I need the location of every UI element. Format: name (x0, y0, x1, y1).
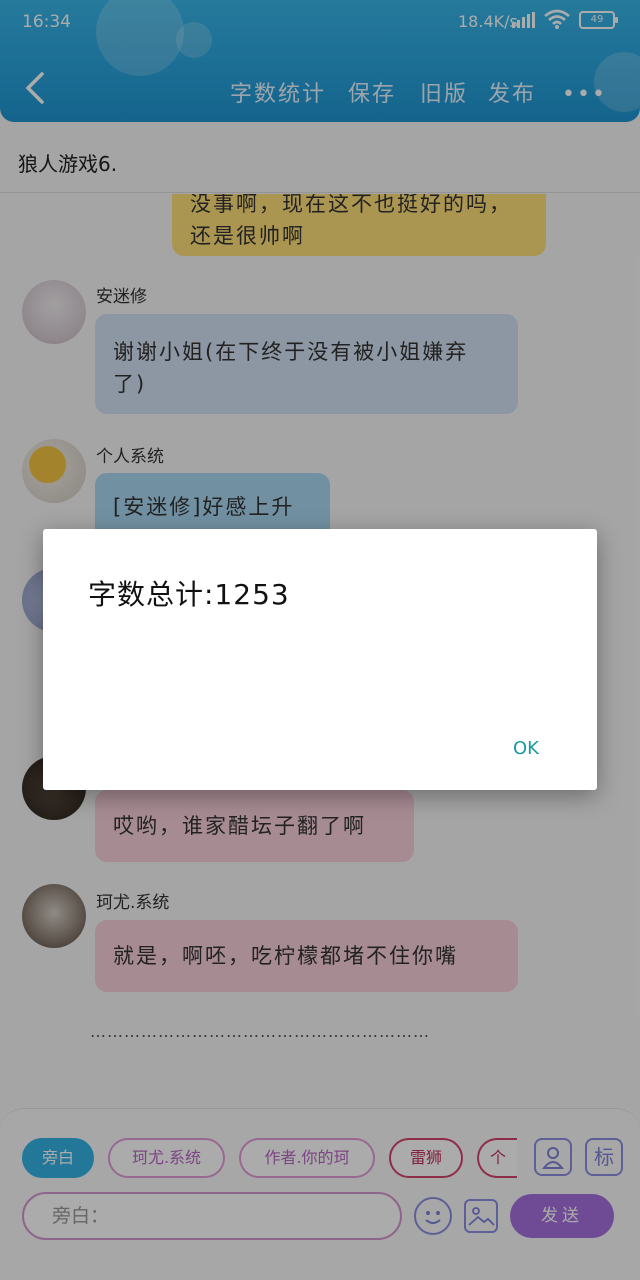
ok-button[interactable]: OK (503, 734, 549, 763)
word-count-dialog: 字数总计:1253 OK (43, 529, 597, 790)
dialog-message: 字数总计:1253 (88, 578, 290, 611)
